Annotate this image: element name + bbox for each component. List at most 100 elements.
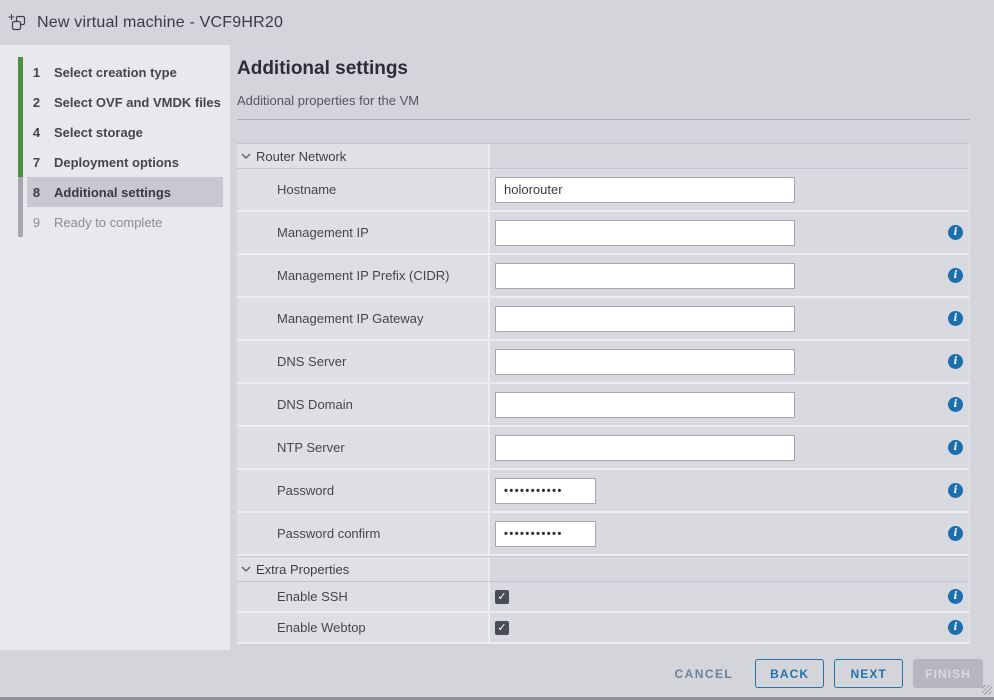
table-row: Hostname [237, 169, 969, 212]
step-number: 7 [30, 155, 43, 170]
field-label: Hostname [237, 182, 336, 197]
field-label: DNS Domain [237, 397, 353, 412]
info-icon[interactable]: i [948, 225, 963, 240]
field-label-cell: Password confirm [237, 513, 490, 554]
page-title: Additional settings [237, 58, 970, 80]
progress-track-done [18, 57, 23, 177]
step-number: 9 [30, 215, 43, 230]
field-label-cell: Enable SSH [237, 582, 490, 611]
section-title-cell: Extra Properties [237, 557, 490, 581]
window-title: New virtual machine - VCF9HR20 [37, 14, 283, 32]
field-label: Enable SSH [237, 589, 348, 604]
wizard-body: 1 Select creation type 2Select OVF and VMD… [0, 45, 994, 650]
table-row: DNS Domain i [237, 384, 969, 427]
field-value-cell [490, 169, 969, 210]
field-value-cell: i [490, 298, 969, 339]
field-label: Management IP Gateway [237, 311, 423, 326]
cancel-button[interactable]: CANCEL [663, 659, 746, 688]
management-ip-input[interactable] [495, 220, 795, 246]
info-icon[interactable]: i [948, 589, 963, 604]
management-ip-gateway-input[interactable] [495, 306, 795, 332]
finish-button[interactable]: FINISH [913, 659, 983, 688]
info-icon[interactable]: i [948, 620, 963, 635]
sidebar-step-deployment-options[interactable]: 7 Deployment options [27, 147, 223, 177]
enable-ssh-checkbox[interactable]: ✓ [495, 590, 509, 604]
table-row: NTP Serveri [237, 427, 969, 470]
step-label: Additional settings [54, 185, 171, 200]
field-value-cell: i [490, 255, 969, 296]
table-row: Password i [237, 470, 969, 513]
section-title-cell: Router Network [237, 144, 490, 168]
step-number: 8 [30, 185, 43, 200]
field-label-cell: Password [237, 470, 490, 511]
dns-server-input[interactable] [495, 349, 795, 375]
ntp-server-input[interactable] [495, 435, 795, 461]
field-label: Enable Webtop [237, 620, 366, 635]
field-value-cell: i [490, 427, 969, 468]
table-row: Enable Webtop✓i [237, 613, 969, 644]
table-row: Password confirm i [237, 513, 969, 556]
table-row: DNS Server i [237, 341, 969, 384]
field-label-cell: Hostname [237, 169, 490, 210]
progress-track [18, 57, 23, 237]
sidebar-step-select-ovf-and-vmdk-files[interactable]: 2Select OVF and VMDK files [27, 87, 223, 117]
dns-domain-input[interactable] [495, 392, 795, 418]
field-label-cell: Management IP Prefix (CIDR) [237, 255, 490, 296]
next-button[interactable]: NEXT [834, 659, 903, 688]
field-value-cell: i [490, 384, 969, 425]
field-label: DNS Server [237, 354, 346, 369]
table-row: Management IP Prefix (CIDR) i [237, 255, 969, 298]
info-icon[interactable]: i [948, 483, 963, 498]
sidebar-step-ready-to-complete[interactable]: 9 Ready to complete [27, 207, 223, 237]
field-value-cell: ✓i [490, 613, 969, 642]
sidebar-step-select-creation-type[interactable]: 1 Select creation type [27, 57, 223, 87]
management-ip-prefix-cidr-input[interactable] [495, 263, 795, 289]
chevron-down-icon [241, 566, 251, 572]
field-label: Password confirm [237, 526, 380, 541]
section-header-router-network[interactable]: Router Network [237, 143, 969, 169]
info-icon[interactable]: i [948, 311, 963, 326]
info-icon[interactable]: i [948, 354, 963, 369]
password-input[interactable] [495, 478, 596, 504]
window-titlebar: New virtual machine - VCF9HR20 [0, 0, 994, 45]
field-label-cell: DNS Server [237, 341, 490, 382]
step-label: Select OVF and VMDK files [54, 95, 221, 110]
hostname-input[interactable] [495, 177, 795, 203]
header-divider [237, 119, 970, 120]
page-subtitle: Additional properties for the VM [237, 93, 970, 108]
section-header-extra-properties[interactable]: Extra Properties [237, 556, 969, 582]
field-label-cell: Management IP Gateway [237, 298, 490, 339]
info-icon[interactable]: i [948, 440, 963, 455]
resize-grip[interactable] [982, 685, 992, 695]
field-label: Management IP [237, 225, 369, 240]
wizard-steps: 1 Select creation type 2Select OVF and VMD… [0, 57, 230, 237]
password-confirm-input[interactable] [495, 521, 596, 547]
table-row: Enable SSH✓i [237, 582, 969, 613]
field-label-cell: Management IP [237, 212, 490, 253]
step-label: Select creation type [54, 65, 177, 80]
info-icon[interactable]: i [948, 397, 963, 412]
table-row: Management IP i [237, 212, 969, 255]
sidebar-step-additional-settings[interactable]: 8 Additional settings [27, 177, 223, 207]
field-label-cell: Enable Webtop [237, 613, 490, 642]
wizard-footer: CANCEL BACK NEXT FINISH [0, 650, 994, 697]
info-icon[interactable]: i [948, 526, 963, 541]
enable-webtop-checkbox[interactable]: ✓ [495, 621, 509, 635]
sidebar-step-select-storage[interactable]: 4Select storage [27, 117, 223, 147]
field-value-cell: i [490, 212, 969, 253]
table-row: Management IP Gateway i [237, 298, 969, 341]
back-button[interactable]: BACK [755, 659, 824, 688]
field-value-cell: i [490, 341, 969, 382]
step-number: 4 [30, 125, 43, 140]
new-vm-wizard-window: New virtual machine - VCF9HR20 1 Select c… [0, 0, 994, 700]
field-value-cell: ✓i [490, 582, 969, 611]
new-vm-plus-icon [8, 13, 28, 33]
info-icon[interactable]: i [948, 268, 963, 283]
step-number: 1 [30, 65, 43, 80]
progress-track-todo [18, 177, 23, 237]
settings-table: Router NetworkHostnameManagement IPiMana… [237, 143, 970, 644]
step-label: Ready to complete [54, 215, 162, 230]
step-label: Deployment options [54, 155, 179, 170]
field-label: Management IP Prefix (CIDR) [237, 268, 449, 283]
chevron-down-icon [241, 153, 251, 159]
